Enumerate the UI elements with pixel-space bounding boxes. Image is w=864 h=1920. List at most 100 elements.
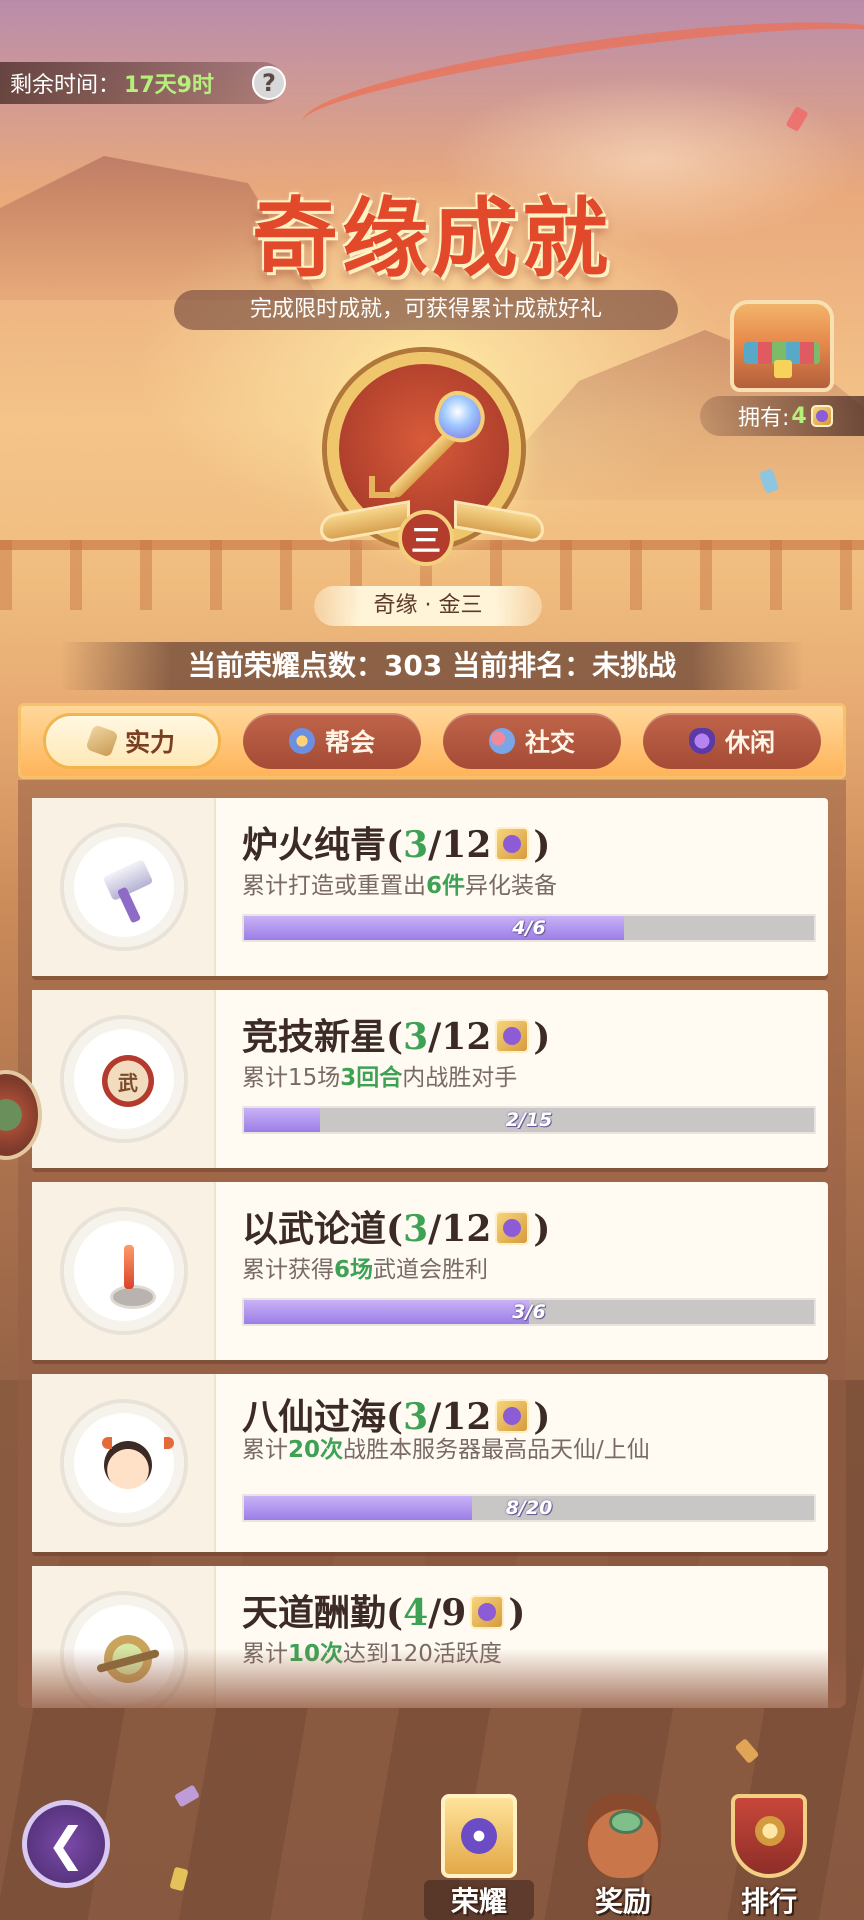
nav-reward[interactable]: 奖励 <box>568 1790 678 1920</box>
remaining-time-label: 剩余时间： <box>10 73 121 98</box>
owned-count: 拥有: 4 <box>700 396 864 436</box>
achievement-icon-column <box>32 798 216 976</box>
sword-altar-icon <box>102 1245 156 1309</box>
guild-icon <box>288 728 315 754</box>
achievement-title: 炉火纯青(3/12) <box>242 824 551 866</box>
achievement-icon-ring <box>60 1015 188 1143</box>
achievement-description: 累计打造或重置出6件异化装备 <box>242 872 712 900</box>
tab-guild[interactable]: 帮会 <box>243 713 421 769</box>
desc-text: 武道会胜利 <box>373 1257 489 1283</box>
achievement-points-earned: 3 <box>403 1208 429 1250</box>
treasure-chest-icon[interactable] <box>730 300 834 392</box>
achievement-card[interactable]: 八仙过海(3/12) 累计20次战胜本服务器最高品天仙/上仙 8/20 <box>32 1374 828 1552</box>
progress-text: 4/6 <box>512 917 546 939</box>
nav-rank[interactable]: 排行 <box>714 1790 824 1920</box>
desc-text: 异化装备 <box>465 873 558 899</box>
achievement-icon-ring <box>60 1399 188 1527</box>
back-button[interactable]: ❮ <box>22 1800 110 1888</box>
tab-label: 帮会 <box>324 728 375 757</box>
achievement-points-earned: 4 <box>403 1592 429 1634</box>
desc-highlight: 6场 <box>334 1257 374 1283</box>
achievement-card[interactable]: 炉火纯青(3/12) 累计打造或重置出6件异化装备 4/6 <box>32 798 828 976</box>
hammer-icon <box>102 861 154 921</box>
tab-label: 实力 <box>124 728 175 757</box>
achievement-name: 八仙过海 <box>242 1396 387 1438</box>
achievement-icon-ring <box>60 1207 188 1335</box>
achievement-points-total: /9 <box>428 1592 467 1634</box>
category-tabs: 实力 帮会 社交 休闲 <box>18 703 846 779</box>
achievement-title: 以武论道(3/12) <box>242 1208 551 1250</box>
achievement-progress-bar: 4/6 <box>242 914 816 942</box>
tab-label: 休闲 <box>724 728 775 757</box>
desc-text: 累计打造或重置出 <box>242 873 426 899</box>
desc-text: 战胜本服务器最高品天仙/上仙 <box>343 1437 650 1463</box>
achievement-name: 天道酬勤 <box>242 1592 387 1634</box>
achievement-title: 天道酬勤(4/9) <box>242 1592 526 1634</box>
achievement-icon-column <box>32 1374 216 1552</box>
help-icon[interactable]: ? <box>252 66 286 100</box>
tab-social[interactable]: 社交 <box>443 713 621 769</box>
achievement-points-earned: 3 <box>403 1016 429 1058</box>
achievement-points-total: /12 <box>428 1016 492 1058</box>
achievement-title: 八仙过海(3/12) <box>242 1396 551 1438</box>
achievement-description: 累计20次战胜本服务器最高品天仙/上仙 <box>242 1436 712 1464</box>
event-subtitle: 完成限时成就，可获得累计成就好礼 <box>174 290 678 330</box>
owned-value: 4 <box>791 403 807 429</box>
achievement-name: 以武论道 <box>242 1208 387 1250</box>
ticket-icon <box>810 405 833 427</box>
ticket-icon <box>470 1595 505 1629</box>
achievement-icon-column <box>32 1182 216 1360</box>
achievement-icon-ring <box>60 823 188 951</box>
nav-honor[interactable]: 荣耀 <box>424 1790 534 1920</box>
desc-highlight: 3回合 <box>340 1065 403 1091</box>
nav-rank-label: 排行 <box>740 1885 797 1918</box>
ticket-icon <box>495 827 530 861</box>
tab-label: 社交 <box>524 728 575 757</box>
achievement-card[interactable]: 以武论道(3/12) 累计获得6场武道会胜利 3/6 <box>32 1182 828 1360</box>
desc-text: 累计获得 <box>242 1257 334 1283</box>
remaining-time: 剩余时间： 17天9时 <box>0 62 284 104</box>
achievement-points-total: /12 <box>428 1396 492 1438</box>
progress-text: 8/20 <box>505 1497 553 1519</box>
honor-icon <box>441 1794 517 1878</box>
hero-avatar-icon <box>102 1437 174 1497</box>
achievement-progress-bar: 2/15 <box>242 1106 816 1134</box>
desc-text: 内战胜对手 <box>402 1065 518 1091</box>
list-fade <box>18 1648 846 1708</box>
badge-rank-number: 三 <box>398 510 454 566</box>
key-teeth <box>369 476 395 498</box>
honor-stats: 当前荣耀点数：303 当前排名：未挑战 <box>60 642 804 690</box>
nav-reward-label: 奖励 <box>594 1885 651 1918</box>
desc-text: 累计 <box>242 1437 288 1463</box>
achievement-points-total: /12 <box>428 824 492 866</box>
achievement-description: 累计获得6场武道会胜利 <box>242 1256 712 1284</box>
leisure-icon <box>688 728 715 754</box>
achievement-progress-bar: 8/20 <box>242 1494 816 1522</box>
ticket-icon <box>495 1019 530 1053</box>
ticket-icon <box>495 1211 530 1245</box>
achievement-title: 竞技新星(3/12) <box>242 1016 551 1058</box>
achievement-points-total: /12 <box>428 1208 492 1250</box>
achievement-list[interactable]: 炉火纯青(3/12) 累计打造或重置出6件异化装备 4/6 竞技新星(3/12)… <box>18 780 846 1708</box>
achievement-name: 炉火纯青 <box>242 824 387 866</box>
achievement-name: 竞技新星 <box>242 1016 387 1058</box>
drum-icon <box>102 1053 154 1113</box>
owned-label: 拥有: <box>738 406 790 431</box>
sword-scroll-icon <box>85 724 119 758</box>
tab-power[interactable]: 实力 <box>43 713 221 769</box>
achievement-description: 累计15场3回合内战胜对手 <box>242 1064 712 1092</box>
progress-text: 3/6 <box>512 1301 546 1323</box>
reward-bag-icon <box>585 1794 661 1878</box>
desc-highlight: 20次 <box>288 1437 344 1463</box>
remaining-time-value: 17天9时 <box>124 73 214 98</box>
progress-text: 2/15 <box>505 1109 553 1131</box>
achievement-card[interactable]: 竞技新星(3/12) 累计15场3回合内战胜对手 2/15 <box>32 990 828 1168</box>
rank-banner-icon <box>731 1794 807 1878</box>
desc-highlight: 6件 <box>426 873 466 899</box>
achievement-progress-bar: 3/6 <box>242 1298 816 1326</box>
desc-text: 累计15场 <box>242 1065 341 1091</box>
social-icon <box>488 728 515 754</box>
achievement-points-earned: 3 <box>403 824 429 866</box>
ticket-icon <box>495 1399 530 1433</box>
tab-leisure[interactable]: 休闲 <box>643 713 821 769</box>
